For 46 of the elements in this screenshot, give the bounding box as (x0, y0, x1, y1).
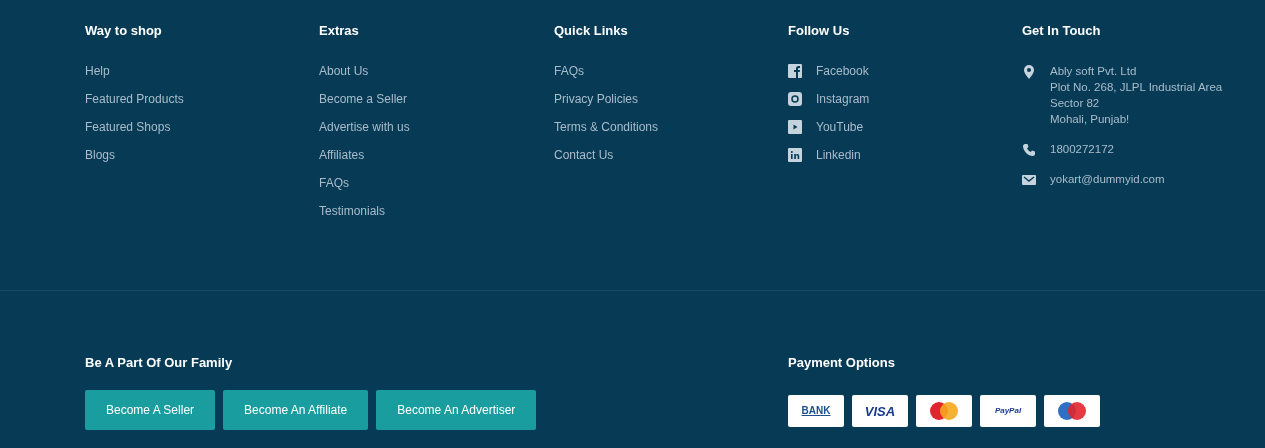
cta-button[interactable]: Become An Advertiser (376, 390, 537, 430)
bank-transfer-text: BANK (801, 406, 831, 416)
cta-button[interactable]: Become A Seller (85, 390, 216, 430)
footer-link[interactable]: Privacy Policies (554, 91, 639, 107)
paypal-text: PayPal (994, 407, 1022, 415)
footer-link[interactable]: Advertise with us (319, 119, 410, 135)
visa-text: VISA (864, 404, 896, 418)
linkedin-icon (788, 148, 802, 162)
video-play-icon (788, 120, 802, 134)
footer-link[interactable]: Contact Us (554, 147, 614, 163)
cta-button[interactable]: Become An Affiliate (223, 390, 369, 430)
location-pin-icon (1022, 65, 1036, 79)
footer-link[interactable]: Affiliates (319, 147, 365, 163)
facebook-icon (788, 64, 802, 78)
contact-text: Mohali, Punjab! (1050, 112, 1131, 127)
social-link[interactable]: Instagram (816, 91, 870, 107)
footer-link[interactable]: About Us (319, 63, 369, 79)
footer-link[interactable]: Featured Shops (85, 119, 171, 135)
contact-text: Sector 82 (1050, 96, 1101, 111)
column-heading: Follow Us (788, 23, 851, 39)
overlapping-circles-icon (1055, 401, 1089, 421)
contact-text: yokart@dummyid.com (1050, 172, 1165, 187)
section-heading: Be A Part Of Our Family (85, 355, 234, 371)
social-link[interactable]: Linkedin (816, 147, 861, 163)
column-heading: Get In Touch (1022, 23, 1102, 39)
footer-link[interactable]: Help (85, 63, 110, 79)
contact-text: Plot No. 268, JLPL Industrial Area (1050, 80, 1223, 95)
instagram-icon (788, 92, 802, 106)
footer-link[interactable]: Blogs (85, 147, 116, 163)
footer-link[interactable]: FAQs (319, 175, 349, 191)
social-link[interactable]: Facebook (816, 63, 869, 79)
footer-link[interactable]: Featured Products (85, 91, 184, 107)
overlapping-circles-icon (927, 401, 961, 421)
column-heading: Extras (319, 23, 360, 39)
footer-link[interactable]: Terms & Conditions (554, 119, 659, 135)
contact-text: Ably soft Pvt. Ltd (1050, 64, 1138, 79)
column-heading: Way to shop (85, 23, 163, 39)
social-link[interactable]: YouTube (816, 119, 864, 135)
footer-link[interactable]: Become a Seller (319, 91, 408, 107)
section-heading: Payment Options (788, 355, 896, 371)
footer-link[interactable]: FAQs (554, 63, 584, 79)
envelope-icon (1022, 173, 1036, 187)
column-heading: Quick Links (554, 23, 629, 39)
footer-link[interactable]: Testimonials (319, 203, 386, 219)
contact-text: 1800272172 (1050, 142, 1114, 157)
phone-icon (1022, 143, 1036, 157)
